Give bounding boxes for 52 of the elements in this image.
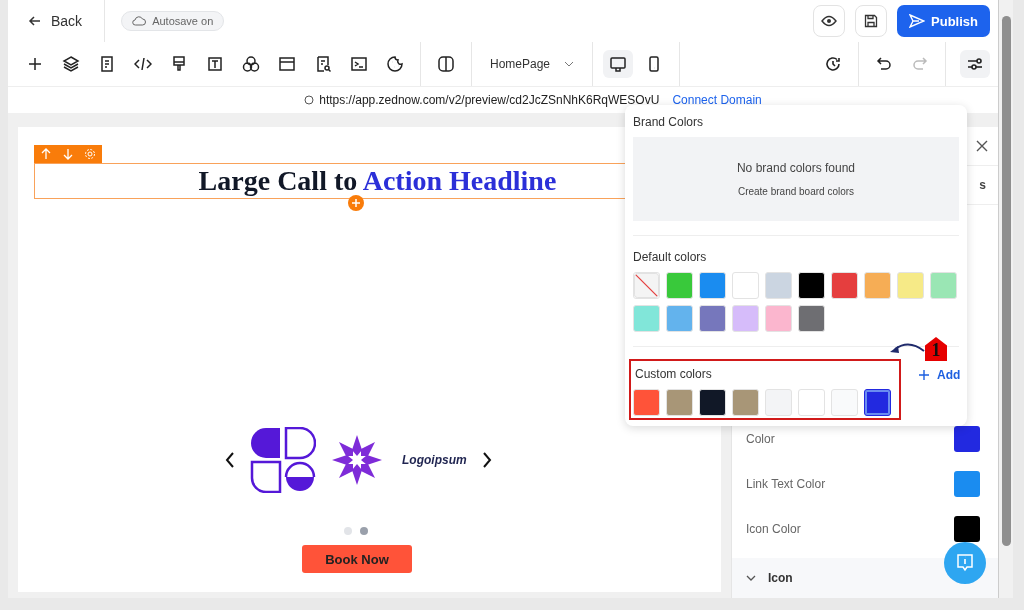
curved-arrow-drawing (889, 341, 925, 355)
monitor-icon (609, 55, 628, 73)
color-setting-label: Link Text Color (746, 477, 826, 491)
connect-domain-link[interactable]: Connect Domain (672, 93, 762, 107)
book-now-button[interactable]: Book Now (302, 545, 412, 573)
arrow-left-icon (28, 14, 42, 28)
create-brand-colors-link[interactable]: Create brand board colors (737, 186, 855, 197)
section-title: Default colors (633, 250, 708, 264)
status-circle-icon (304, 95, 315, 105)
chevron-left-icon[interactable] (224, 451, 236, 469)
autosave-badge: Autosave on (121, 11, 225, 31)
chevron-down-icon[interactable] (746, 575, 756, 581)
empty-state-title: No brand colors found (736, 161, 856, 175)
save-button[interactable] (855, 5, 888, 37)
arrow-up-icon[interactable] (40, 148, 52, 160)
publish-button[interactable]: Publish (897, 5, 990, 37)
step-number-badge: 1 (925, 337, 947, 361)
back-button[interactable]: Back (22, 13, 89, 29)
color-setting-label: Icon Color (746, 522, 801, 536)
desktop-view-button[interactable] (603, 50, 634, 78)
arrow-down-icon[interactable] (62, 148, 74, 160)
eye-icon (821, 15, 838, 27)
scrollbar-thumb[interactable] (1001, 16, 1011, 546)
preview-url: https://app.zednow.com/v2/preview/cd2JcZSnNhK6RqWESOvU (319, 93, 660, 107)
send-icon (909, 14, 926, 28)
color-setting-label: Color (746, 432, 775, 446)
logo-wordmark: Logoipsum (402, 453, 467, 467)
chevron-down-icon (564, 61, 575, 67)
close-icon[interactable] (976, 140, 988, 152)
add-color-button[interactable]: Add (913, 367, 967, 383)
plus-icon (919, 370, 929, 380)
info-bubble-icon (955, 553, 975, 573)
color-swatch[interactable] (954, 471, 980, 497)
cloud-icon (132, 16, 147, 26)
carousel-dot[interactable] (344, 527, 352, 535)
settings-icon[interactable] (960, 50, 990, 78)
preview-button[interactable] (813, 5, 846, 37)
color-swatch[interactable] (954, 516, 980, 542)
page-select[interactable]: HomePage (482, 57, 583, 71)
gear-icon[interactable] (84, 148, 96, 160)
headline-text: Large Call to Action Headline (198, 165, 557, 197)
section-title: Custom colors (635, 367, 713, 381)
icon-section-title[interactable]: Icon (768, 571, 793, 585)
color-swatch[interactable] (864, 389, 891, 416)
section-title: Brand Colors (633, 115, 705, 129)
chevron-right-icon[interactable] (480, 451, 493, 469)
no-color-swatch[interactable] (633, 272, 660, 299)
add-element-icon[interactable] (348, 195, 364, 211)
panel-tab-label[interactable]: s (979, 178, 986, 192)
blocks-logo-drawing (250, 427, 316, 493)
color-swatch[interactable] (954, 426, 980, 452)
carousel-dot[interactable] (360, 527, 368, 535)
